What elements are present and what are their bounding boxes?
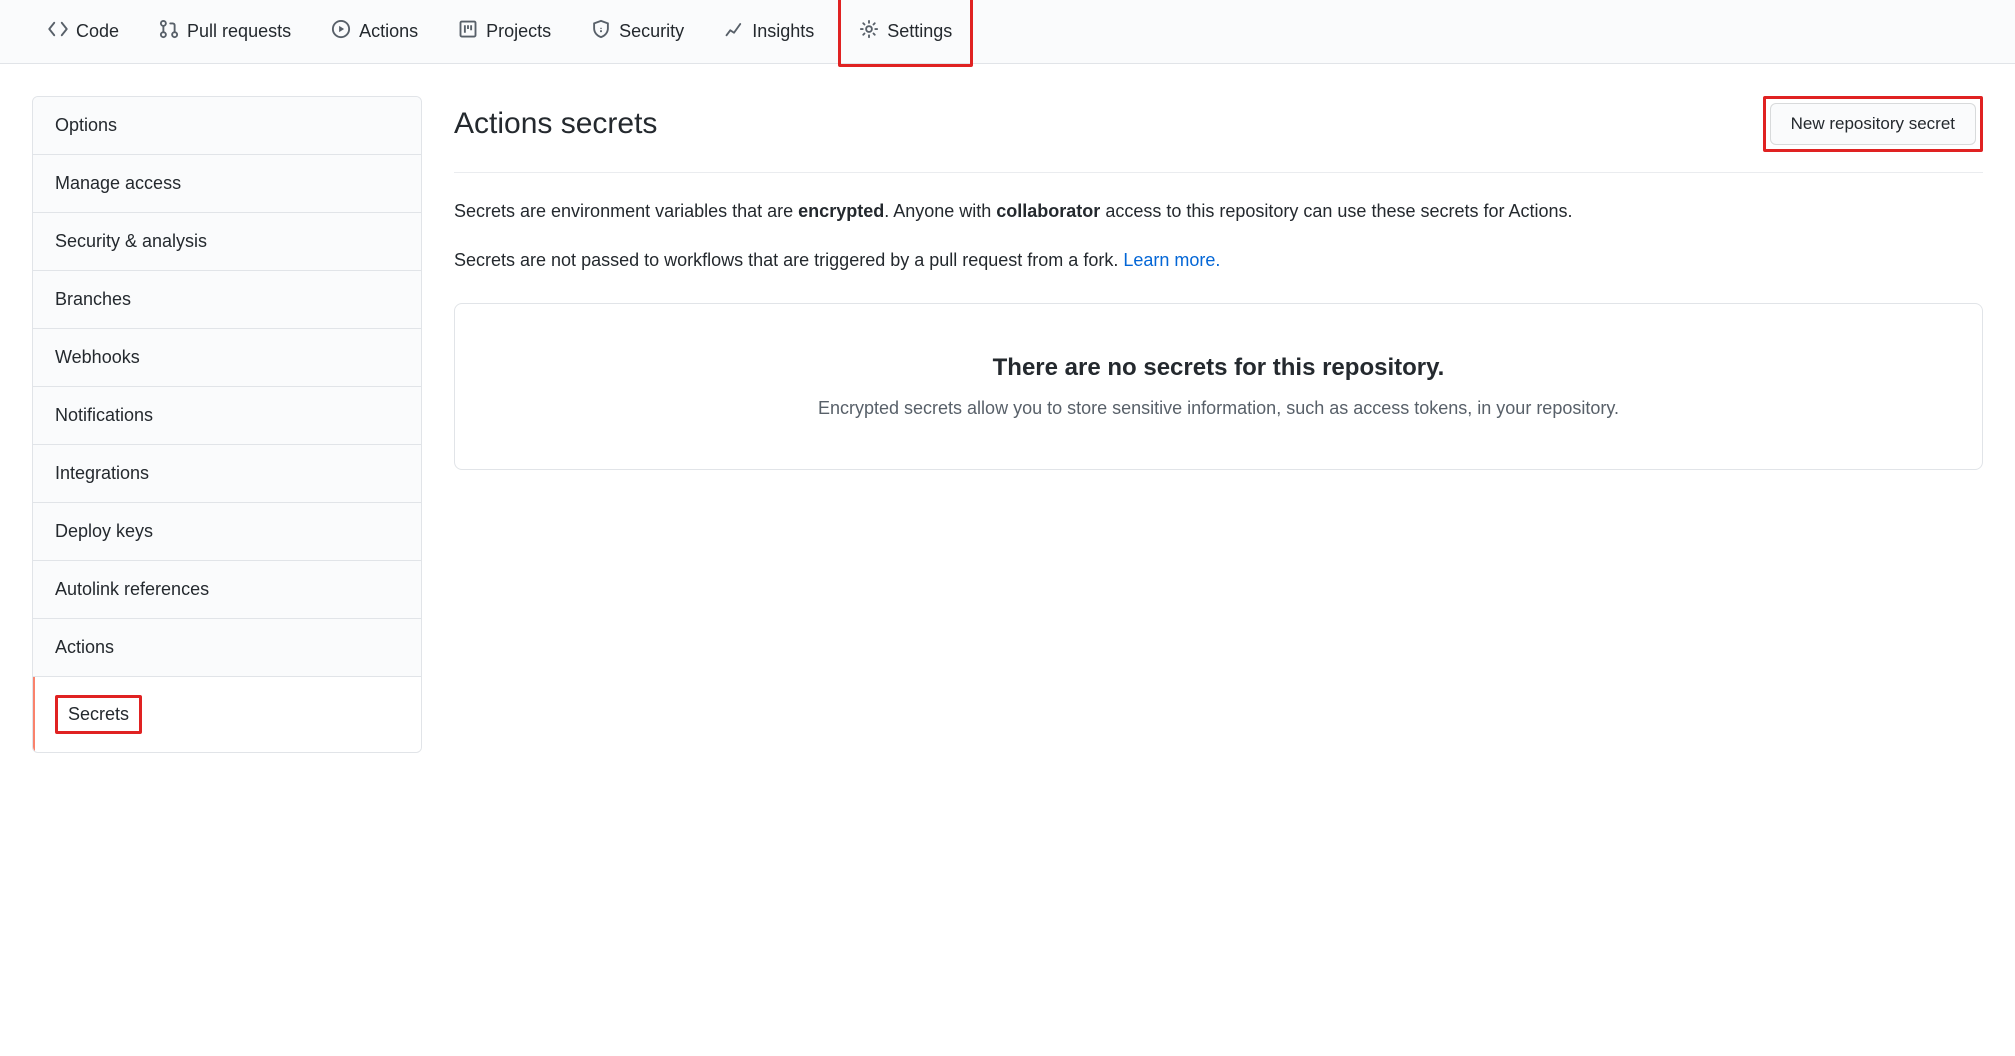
graph-icon: [724, 19, 744, 44]
code-icon: [48, 19, 68, 44]
tab-projects[interactable]: Projects: [442, 0, 567, 64]
tab-settings-label: Settings: [887, 21, 952, 42]
git-pull-request-icon: [159, 19, 179, 44]
page-title: Actions secrets: [454, 107, 657, 141]
tab-projects-label: Projects: [486, 21, 551, 42]
sidebar-item-security-analysis[interactable]: Security & analysis: [33, 213, 421, 271]
tab-settings[interactable]: Settings: [843, 0, 968, 64]
shield-icon: [591, 19, 611, 44]
tab-insights-label: Insights: [752, 21, 814, 42]
sidebar-item-actions[interactable]: Actions: [33, 619, 421, 677]
learn-more-link[interactable]: Learn more.: [1123, 250, 1220, 270]
tab-code[interactable]: Code: [32, 0, 135, 64]
sidebar-item-secrets-label: Secrets: [68, 704, 129, 724]
repo-top-nav: Code Pull requests Actions Projects Secu…: [0, 0, 2015, 64]
sidebar-item-notifications[interactable]: Notifications: [33, 387, 421, 445]
settings-sidebar: Options Manage access Security & analysi…: [32, 96, 422, 753]
tab-security[interactable]: Security: [575, 0, 700, 64]
sidebar-item-webhooks[interactable]: Webhooks: [33, 329, 421, 387]
description-2: Secrets are not passed to workflows that…: [454, 246, 1983, 275]
gear-icon: [859, 19, 879, 44]
highlight-settings: Settings: [838, 0, 973, 67]
sidebar-item-branches[interactable]: Branches: [33, 271, 421, 329]
sidebar-item-options[interactable]: Options: [33, 97, 421, 155]
tab-pull-requests-label: Pull requests: [187, 21, 291, 42]
tab-actions-label: Actions: [359, 21, 418, 42]
tab-code-label: Code: [76, 21, 119, 42]
tab-insights[interactable]: Insights: [708, 0, 830, 64]
tab-pull-requests[interactable]: Pull requests: [143, 0, 307, 64]
highlight-secrets: Secrets: [55, 695, 142, 734]
empty-secrets-box: There are no secrets for this repository…: [454, 303, 1983, 470]
main-header: Actions secrets New repository secret: [454, 96, 1983, 173]
description-1: Secrets are environment variables that a…: [454, 197, 1983, 226]
new-repository-secret-button[interactable]: New repository secret: [1770, 103, 1976, 145]
sidebar-item-secrets[interactable]: Secrets: [33, 677, 421, 752]
empty-subtitle: Encrypted secrets allow you to store sen…: [495, 398, 1942, 419]
project-icon: [458, 19, 478, 44]
tab-security-label: Security: [619, 21, 684, 42]
main-content: Actions secrets New repository secret Se…: [454, 96, 1983, 753]
play-circle-icon: [331, 19, 351, 44]
sidebar-item-manage-access[interactable]: Manage access: [33, 155, 421, 213]
empty-title: There are no secrets for this repository…: [495, 354, 1942, 382]
tab-actions[interactable]: Actions: [315, 0, 434, 64]
sidebar-item-integrations[interactable]: Integrations: [33, 445, 421, 503]
highlight-new-secret: New repository secret: [1763, 96, 1983, 152]
sidebar-item-deploy-keys[interactable]: Deploy keys: [33, 503, 421, 561]
sidebar-item-autolink-references[interactable]: Autolink references: [33, 561, 421, 619]
